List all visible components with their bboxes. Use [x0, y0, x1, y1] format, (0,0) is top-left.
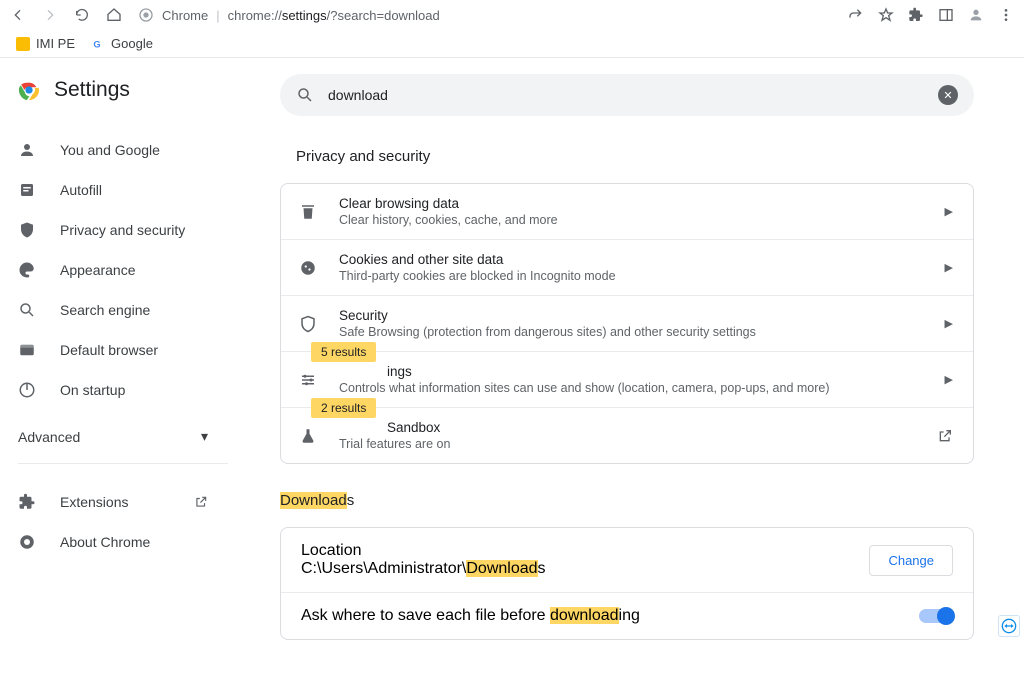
location-path: C:\Users\Administrator\Downloads	[301, 560, 546, 578]
downloads-card: Location C:\Users\Administrator\Download…	[280, 527, 974, 640]
page-title: Settings	[54, 78, 130, 102]
chrome-page-icon	[138, 7, 154, 23]
sidebar-item-default-browser[interactable]: Default browser	[18, 330, 260, 370]
search-icon	[296, 86, 314, 104]
autofill-icon	[18, 181, 38, 199]
change-button[interactable]: Change	[869, 545, 953, 576]
row-ask-save: Ask where to save each file before downl…	[281, 592, 973, 639]
address-bar[interactable]: Chrome | chrome://settings/?search=downl…	[138, 7, 832, 23]
home-icon[interactable]	[106, 7, 122, 23]
main-content: ✕ Privacy and security Clear browsing da…	[260, 58, 1024, 697]
sidepanel-icon[interactable]	[938, 7, 954, 23]
sidebar-item-startup[interactable]: On startup	[18, 370, 260, 410]
open-external-icon	[937, 428, 953, 444]
person-icon	[18, 141, 38, 159]
location-label: Location	[301, 542, 546, 560]
open-external-icon	[194, 495, 208, 509]
row-site-settings[interactable]: 5 results ingsControls what information …	[281, 351, 973, 407]
svg-text:G: G	[93, 39, 100, 49]
forward-icon[interactable]	[42, 7, 58, 23]
profile-icon[interactable]	[968, 7, 984, 23]
ask-save-label: Ask where to save each file before downl…	[301, 607, 640, 625]
sliders-icon	[299, 371, 321, 389]
browser-toolbar: Chrome | chrome://settings/?search=downl…	[0, 0, 1024, 30]
sidebar-item-autofill[interactable]: Autofill	[18, 170, 260, 210]
result-badge: 2 results	[311, 398, 376, 418]
search-input[interactable]	[328, 87, 924, 103]
palette-icon	[18, 261, 38, 279]
sidebar-item-search[interactable]: Search engine	[18, 290, 260, 330]
ask-save-toggle[interactable]	[919, 609, 953, 623]
shield-icon	[18, 221, 38, 239]
chevron-right-icon: ▶	[945, 261, 953, 274]
menu-icon[interactable]	[998, 7, 1014, 23]
row-cookies[interactable]: Cookies and other site dataThird-party c…	[281, 239, 973, 295]
chrome-logo-icon	[18, 79, 40, 101]
search-icon	[18, 301, 38, 319]
puzzle-icon	[18, 493, 38, 511]
sidebar: Settings You and Google Autofill Privacy…	[0, 58, 260, 697]
advanced-toggle[interactable]: Advanced▾	[18, 428, 208, 445]
browser-icon	[18, 341, 38, 359]
chevron-right-icon: ▶	[945, 317, 953, 330]
chevron-down-icon: ▾	[201, 428, 208, 445]
row-download-location: Location C:\Users\Administrator\Download…	[281, 528, 973, 592]
star-icon[interactable]	[878, 7, 894, 23]
row-clear-browsing[interactable]: Clear browsing dataClear history, cookie…	[281, 184, 973, 239]
sidebar-item-extensions[interactable]: Extensions	[18, 482, 208, 522]
settings-search[interactable]: ✕	[280, 74, 974, 116]
clear-search-button[interactable]: ✕	[938, 85, 958, 105]
sidebar-item-you-google[interactable]: You and Google	[18, 130, 260, 170]
section-heading-downloads: Downloads	[280, 492, 974, 509]
bookmark-bar: IMI PE G Google	[0, 30, 1024, 58]
back-icon[interactable]	[10, 7, 26, 23]
result-badge: 5 results	[311, 342, 376, 362]
sidebar-item-privacy[interactable]: Privacy and security	[18, 210, 260, 250]
reload-icon[interactable]	[74, 7, 90, 23]
privacy-card: Clear browsing dataClear history, cookie…	[280, 183, 974, 464]
row-privacy-sandbox[interactable]: 2 results SandboxTrial features are on	[281, 407, 973, 463]
trash-icon	[299, 203, 321, 221]
chevron-right-icon: ▶	[945, 373, 953, 386]
sidebar-item-appearance[interactable]: Appearance	[18, 250, 260, 290]
url-prefix: Chrome	[162, 8, 208, 23]
extensions-icon[interactable]	[908, 7, 924, 23]
row-security[interactable]: SecuritySafe Browsing (protection from d…	[281, 295, 973, 351]
security-icon	[299, 315, 321, 333]
bookmark-google[interactable]: G Google	[91, 36, 153, 51]
chevron-right-icon: ▶	[945, 205, 953, 218]
teamviewer-icon[interactable]	[998, 615, 1020, 637]
sidebar-item-about[interactable]: About Chrome	[18, 522, 260, 562]
cookie-icon	[299, 259, 321, 277]
bookmark-imi[interactable]: IMI PE	[16, 36, 75, 51]
power-icon	[18, 381, 38, 399]
section-heading-privacy: Privacy and security	[296, 148, 974, 165]
chrome-icon	[18, 533, 38, 551]
flask-icon	[299, 427, 321, 445]
share-icon[interactable]	[848, 7, 864, 23]
